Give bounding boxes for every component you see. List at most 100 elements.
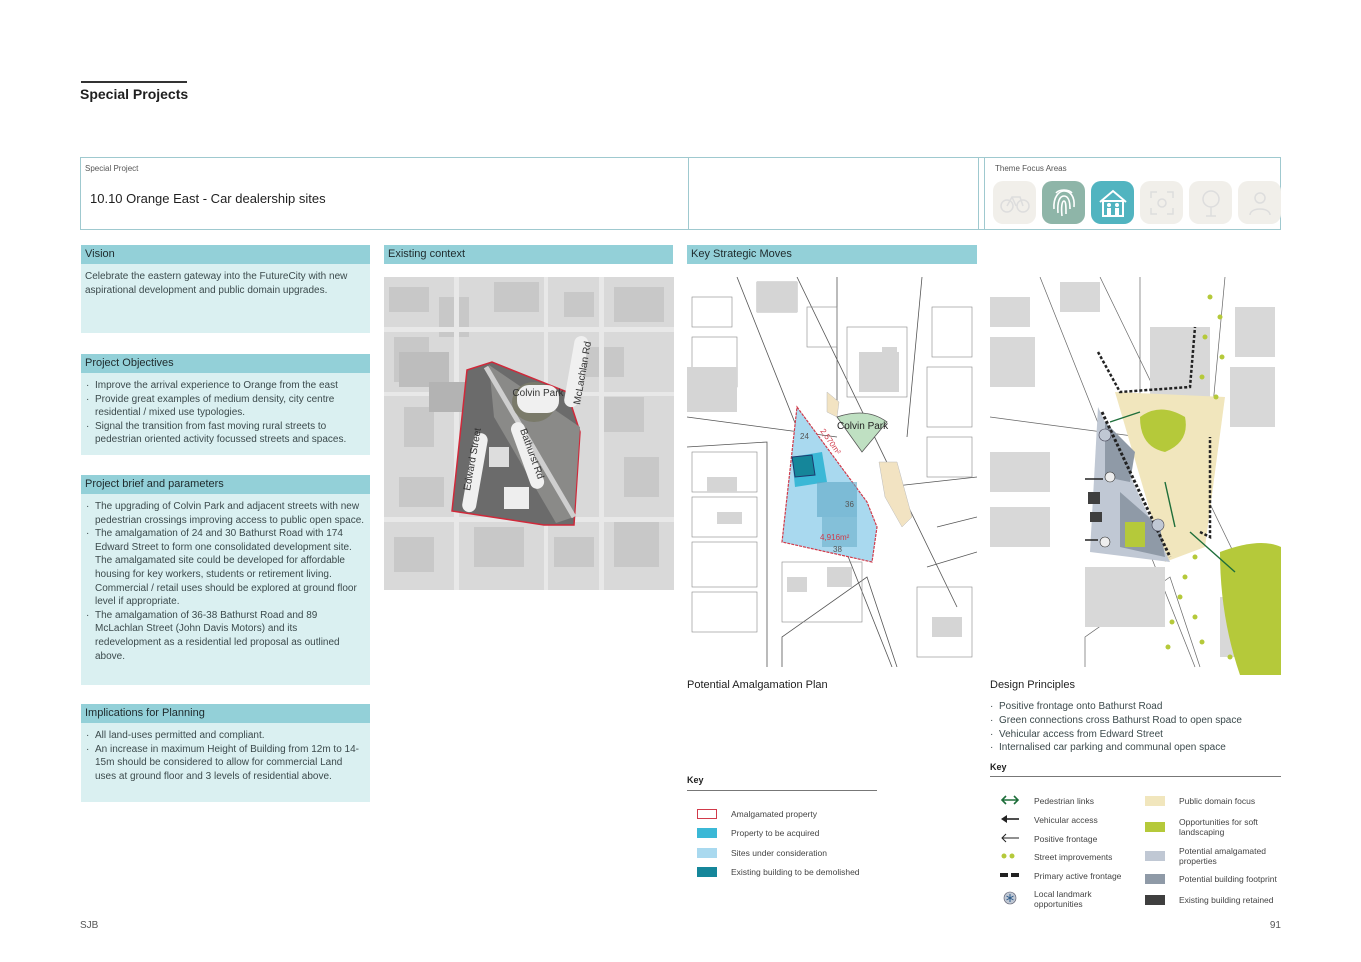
key-item-existing-retained: Existing building retained: [1145, 895, 1274, 905]
key-item-acquired: Property to be acquired: [697, 828, 819, 838]
key-item-landmark: Local landmark opportunities: [1000, 889, 1120, 909]
key-item-frontage: Positive frontage: [1000, 833, 1097, 845]
key-label: Property to be acquired: [731, 828, 820, 838]
implications-heading: Implications for Planning: [81, 704, 370, 723]
key-label: Existing building to be demolished: [731, 867, 860, 877]
area-label-2: 4,916m²: [820, 533, 850, 542]
divider: [978, 158, 979, 229]
key-swatch: [697, 848, 717, 858]
colvin-park-label: Colvin Park: [512, 388, 564, 399]
arrow-left-icon: [1000, 814, 1020, 826]
tree-icon: [1189, 181, 1232, 224]
key-right-title: Key: [990, 762, 1007, 772]
key-rule: [990, 776, 1281, 777]
key-label: Street improvements: [1034, 852, 1113, 862]
page-number: 91: [1269, 920, 1281, 931]
list-item: The amalgamation of 36-38 Bathurst Road …: [85, 609, 366, 663]
key-rule: [687, 790, 877, 791]
dots-icon: [1000, 851, 1020, 863]
key-item-consideration: Sites under consideration: [697, 848, 827, 858]
list-item: An increase in maximum Height of Buildin…: [85, 743, 366, 784]
amalgamation-plan-map: Colvin Park 24 36 38 2,570m² 4,916m²: [687, 277, 977, 667]
design-caption: Design Principles: [990, 679, 1075, 691]
implications-body: All land-uses permitted and compliant. A…: [81, 723, 370, 802]
project-title: 10.10 Orange East - Car dealership sites: [90, 191, 326, 206]
key-item-vehicular: Vehicular access: [1000, 814, 1098, 826]
key-swatch: [697, 828, 717, 838]
footer-brand: SJB: [80, 920, 99, 931]
key-item-amalgamated-properties: Potential amalgamated properties: [1145, 846, 1281, 866]
list-item: Provide great examples of medium density…: [85, 393, 366, 420]
key-swatch: [1145, 895, 1165, 905]
key-left-title: Key: [687, 775, 704, 785]
list-item: Signal the transition from fast moving r…: [85, 420, 366, 447]
vision-body: Celebrate the eastern gateway into the F…: [81, 264, 370, 333]
list-item: Improve the arrival experience to Orange…: [85, 379, 366, 393]
list-item: Internalised car parking and communal op…: [990, 741, 1242, 755]
existing-heading: Existing context: [384, 245, 673, 264]
vision-heading: Vision: [81, 245, 370, 264]
lot-38-label: 38: [833, 545, 842, 554]
objectives-heading: Project Objectives: [81, 354, 370, 373]
key-label: Public domain focus: [1179, 796, 1256, 806]
key-label: Vehicular access: [1034, 815, 1098, 825]
key-item-building-footprint: Potential building footprint: [1145, 874, 1277, 884]
key-label: Positive frontage: [1034, 834, 1098, 844]
key-item-active: Primary active frontage: [1000, 870, 1121, 882]
key-swatch: [1145, 796, 1165, 806]
frame-icon: [1140, 181, 1183, 224]
star-icon: [1000, 890, 1020, 908]
key-swatch: [1145, 851, 1165, 861]
key-label: Sites under consideration: [731, 848, 827, 858]
objectives-body: Improve the arrival experience to Orange…: [81, 373, 370, 455]
key-label: Potential building footprint: [1179, 874, 1277, 884]
key-label: Potential amalgamated properties: [1179, 846, 1266, 866]
key-swatch: [697, 809, 717, 819]
project-label: Special Project: [85, 164, 139, 173]
key-label: Amalgamated property: [731, 809, 817, 819]
key-label: Local landmark opportunities: [1034, 889, 1092, 909]
design-principles-map: [990, 277, 1281, 675]
key-item-amalgamated: Amalgamated property: [697, 809, 817, 819]
people-icon: [1238, 181, 1281, 224]
key-label: Primary active frontage: [1034, 871, 1122, 881]
plan-colvin-label: Colvin Park: [837, 421, 889, 432]
dash-icon: [1000, 870, 1020, 882]
key-label: Opportunities for soft landscaping: [1179, 817, 1258, 837]
key-item-soft-landscaping: Opportunities for soft landscaping: [1145, 817, 1281, 837]
divider: [984, 158, 985, 229]
list-item: Positive frontage onto Bathurst Road: [990, 700, 1242, 714]
theme-icons: [993, 181, 1281, 224]
key-label: Existing building retained: [1179, 895, 1274, 905]
key-swatch: [697, 867, 717, 877]
housing-icon: [1091, 181, 1134, 224]
design-principles-list: Positive frontage onto Bathurst Road Gre…: [990, 700, 1242, 755]
double-arrow-icon: [1000, 795, 1020, 807]
bicycle-icon: [993, 181, 1036, 224]
key-item-public-domain: Public domain focus: [1145, 796, 1255, 806]
key-label: Pedestrian links: [1034, 796, 1095, 806]
section-rule: [81, 81, 187, 83]
plan-caption: Potential Amalgamation Plan: [687, 679, 828, 691]
strategic-heading: Key Strategic Moves: [687, 245, 977, 264]
lot-36-label: 36: [845, 500, 854, 509]
divider: [688, 158, 689, 229]
brief-heading: Project brief and parameters: [81, 475, 370, 494]
lot-24-label: 24: [800, 432, 809, 441]
brief-body: The upgrading of Colvin Park and adjacen…: [81, 494, 370, 685]
list-item: The amalgamation of 24 and 30 Bathurst R…: [85, 527, 366, 609]
key-swatch: [1145, 822, 1165, 832]
project-header: Special Project 10.10 Orange East - Car …: [80, 157, 1281, 230]
list-item: Vehicular access from Edward Street: [990, 728, 1242, 742]
thin-arrow-icon: [1000, 833, 1020, 845]
key-item-demolished: Existing building to be demolished: [697, 867, 860, 877]
key-item-street: Street improvements: [1000, 851, 1112, 863]
list-item: All land-uses permitted and compliant.: [85, 729, 366, 743]
vision-text: Celebrate the eastern gateway into the F…: [85, 271, 348, 296]
section-title: Special Projects: [80, 86, 189, 102]
aerial-map: Colvin Park McLachlan Rd Edward Street B…: [384, 277, 674, 590]
list-item: The upgrading of Colvin Park and adjacen…: [85, 500, 366, 527]
key-swatch: [1145, 874, 1165, 884]
key-item-pedestrian: Pedestrian links: [1000, 795, 1094, 807]
list-item: Green connections cross Bathurst Road to…: [990, 714, 1242, 728]
